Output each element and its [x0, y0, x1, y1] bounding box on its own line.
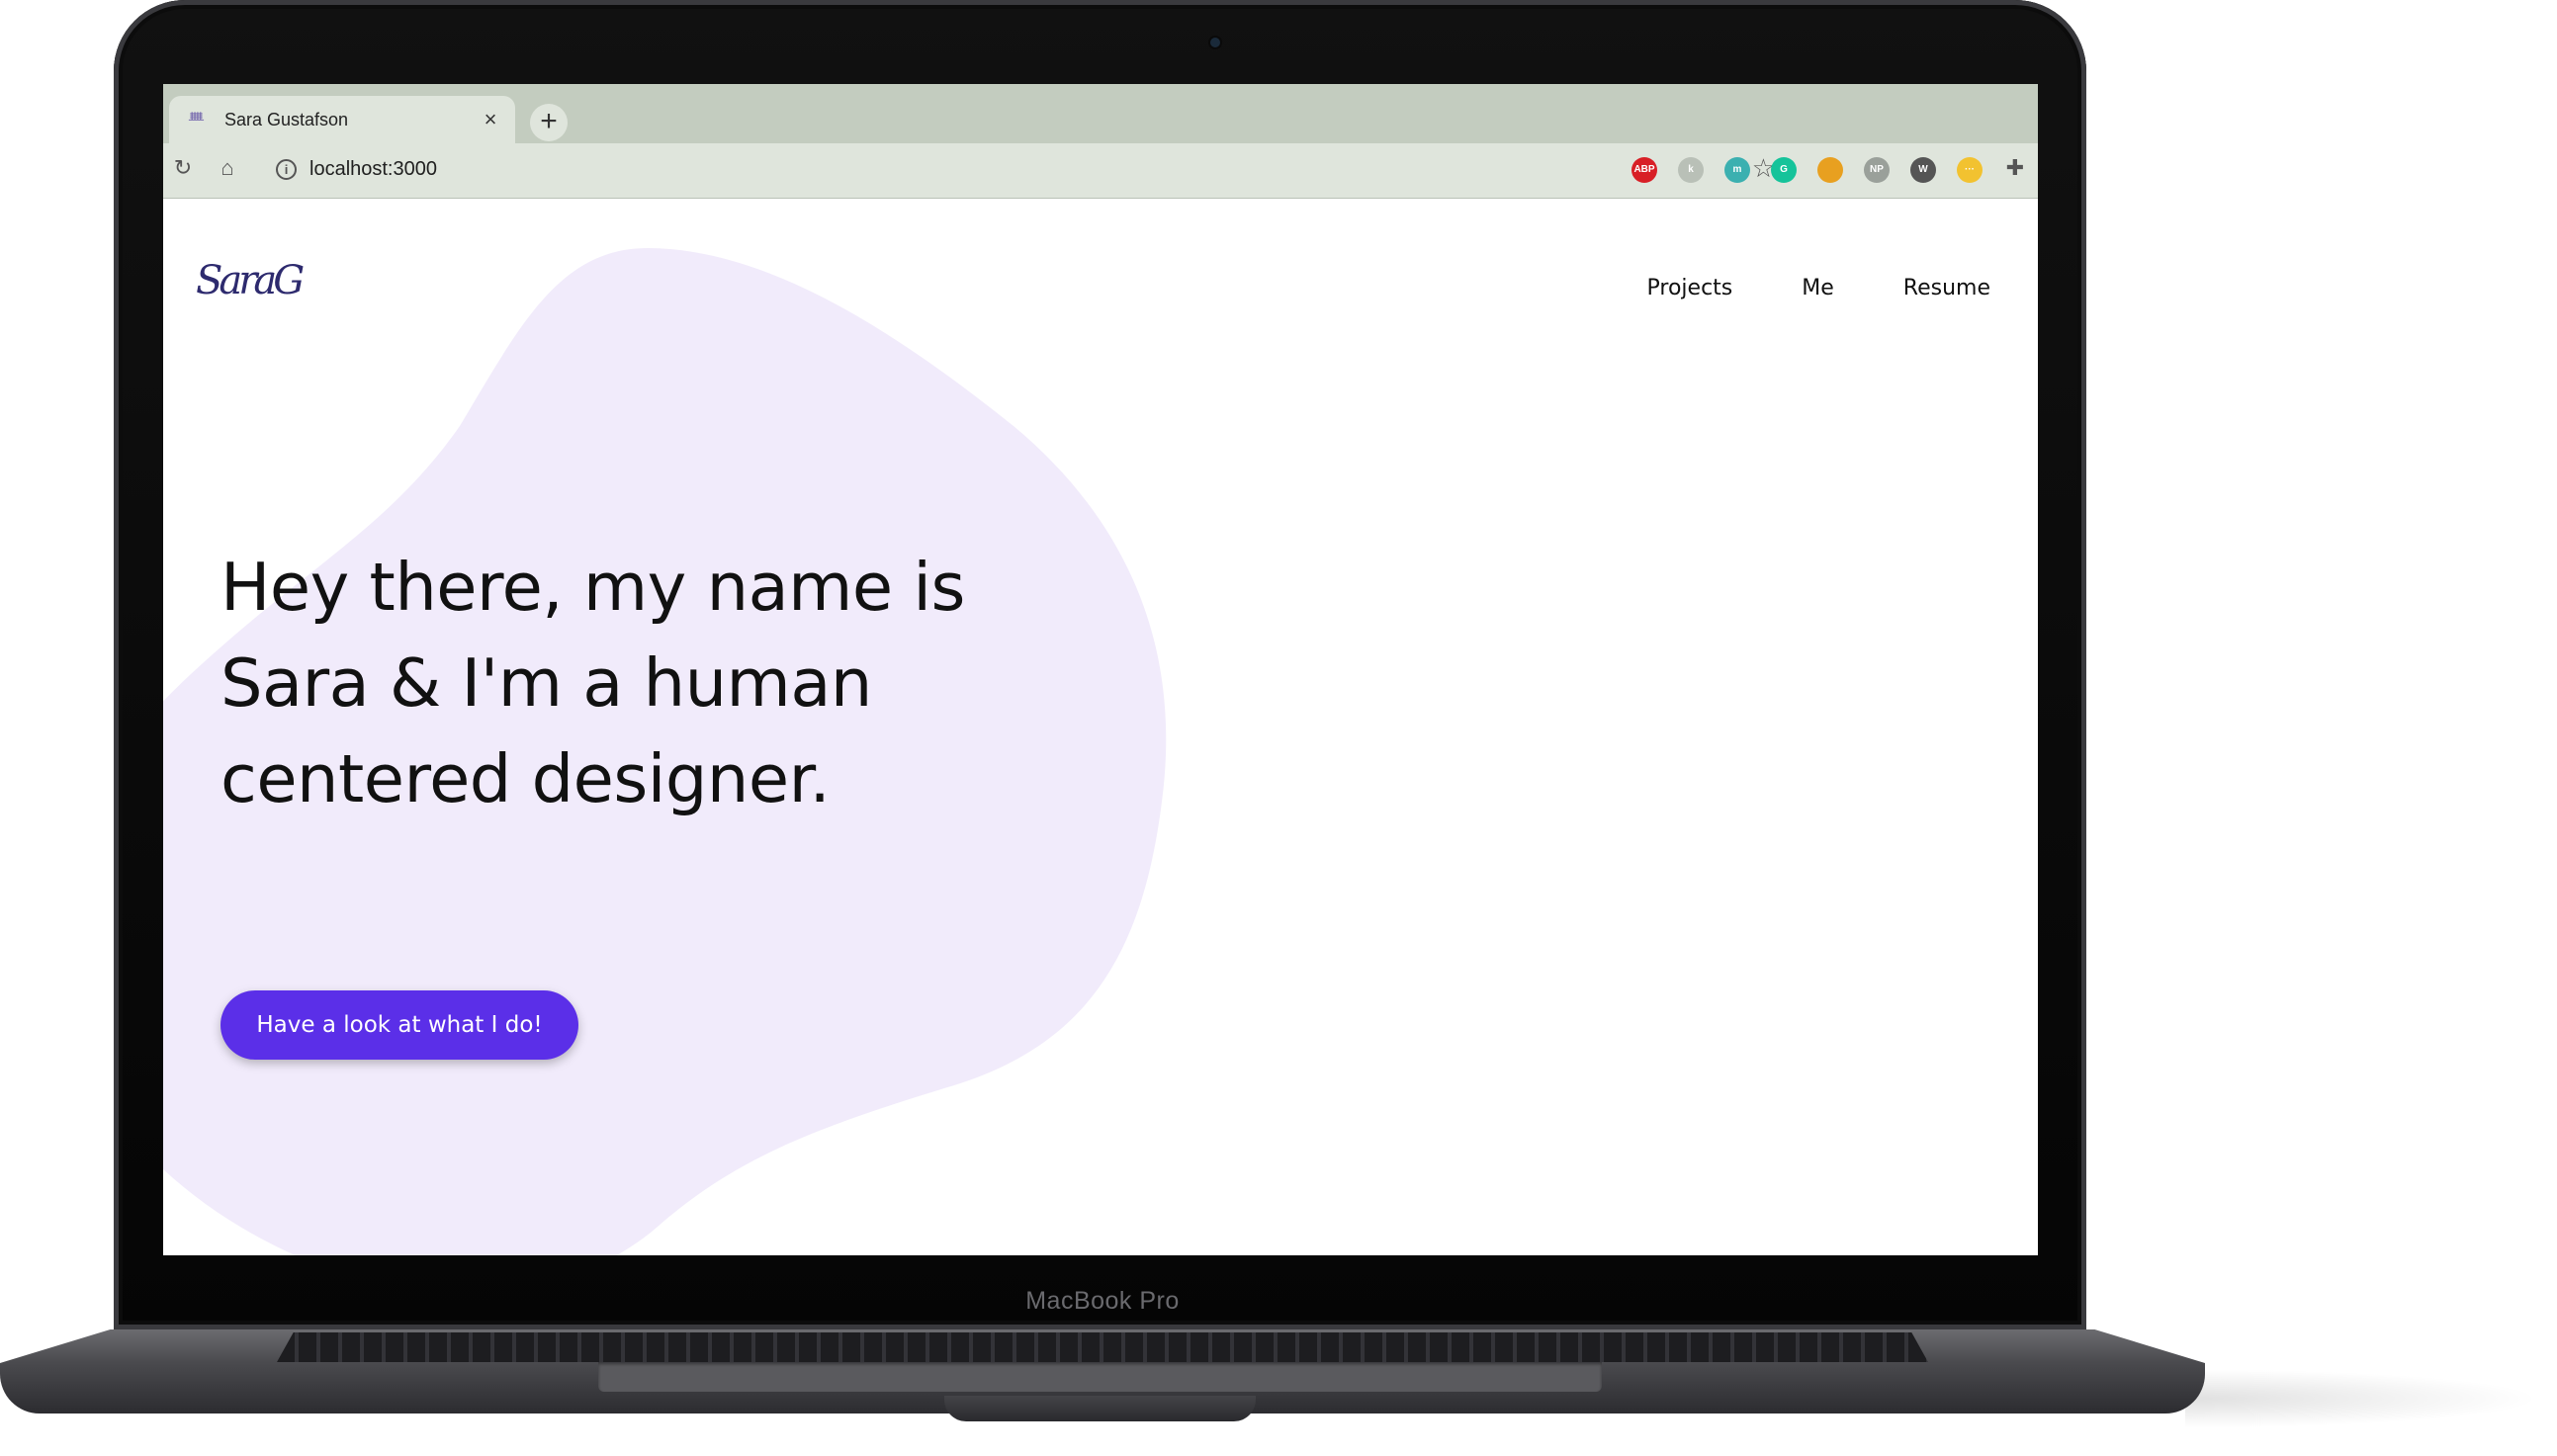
nav-link-projects[interactable]: Projects — [1647, 276, 1733, 300]
address-bar[interactable]: i localhost:3000 ☆ — [262, 150, 1785, 190]
m-extension-icon[interactable]: m — [1724, 157, 1750, 183]
camera-icon — [1210, 38, 1220, 47]
tab-title: Sara Gustafson — [224, 109, 349, 129]
info-icon[interactable]: i — [276, 159, 297, 180]
grammarly-extension-icon[interactable]: G — [1771, 157, 1797, 183]
device-label: MacBook Pro — [1025, 1287, 1180, 1315]
wordtune-extension-icon[interactable]: W — [1910, 157, 1936, 183]
browser-tab-bar: ᚙ Sara Gustafson × + — [163, 84, 2038, 143]
laptop-shadow — [2185, 1369, 2541, 1428]
nav-link-resume[interactable]: Resume — [1903, 276, 1990, 300]
website-page: SaraG Projects Me Resume Hey there, my n… — [163, 199, 2038, 1255]
site-nav: Projects Me Resume — [1647, 276, 1990, 300]
laptop-mockup: ᚙ Sara Gustafson × + ↻ ⌂ i localhost:300… — [0, 0, 2557, 1456]
color-picker-extension-icon[interactable] — [1817, 157, 1843, 183]
extensions-puzzle-icon[interactable]: ✚ — [2000, 153, 2030, 183]
laptop-trackpad — [598, 1362, 1602, 1392]
site-logo[interactable]: SaraG — [196, 258, 305, 317]
ellipsis-extension-icon[interactable]: ··· — [1957, 157, 1983, 183]
generic-extension-icon[interactable]: k — [1678, 157, 1704, 183]
adblock-plus-extension-icon[interactable]: ABP — [1631, 157, 1657, 183]
laptop-notch — [944, 1396, 1256, 1421]
laptop-keyboard — [277, 1332, 1928, 1362]
favicon-icon: ᚙ — [189, 112, 204, 127]
cta-button[interactable]: Have a look at what I do! — [220, 990, 578, 1060]
hero-headline: Hey there, my name is Sara & I'm a human… — [220, 549, 965, 817]
nav-link-me[interactable]: Me — [1802, 276, 1834, 300]
browser-toolbar: ↻ ⌂ i localhost:3000 ☆ ABP k m G NP W ··· ✚ — [163, 143, 2038, 199]
close-icon[interactable]: × — [480, 107, 501, 132]
browser-tab[interactable]: ᚙ Sara Gustafson × — [169, 96, 515, 143]
home-icon[interactable]: ⌂ — [213, 153, 242, 183]
np-extension-icon[interactable]: NP — [1864, 157, 1890, 183]
new-tab-button[interactable]: + — [530, 104, 568, 141]
laptop-screen: ᚙ Sara Gustafson × + ↻ ⌂ i localhost:300… — [163, 84, 2038, 1255]
reload-icon[interactable]: ↻ — [168, 153, 198, 183]
url-text[interactable]: localhost:3000 — [309, 158, 437, 181]
